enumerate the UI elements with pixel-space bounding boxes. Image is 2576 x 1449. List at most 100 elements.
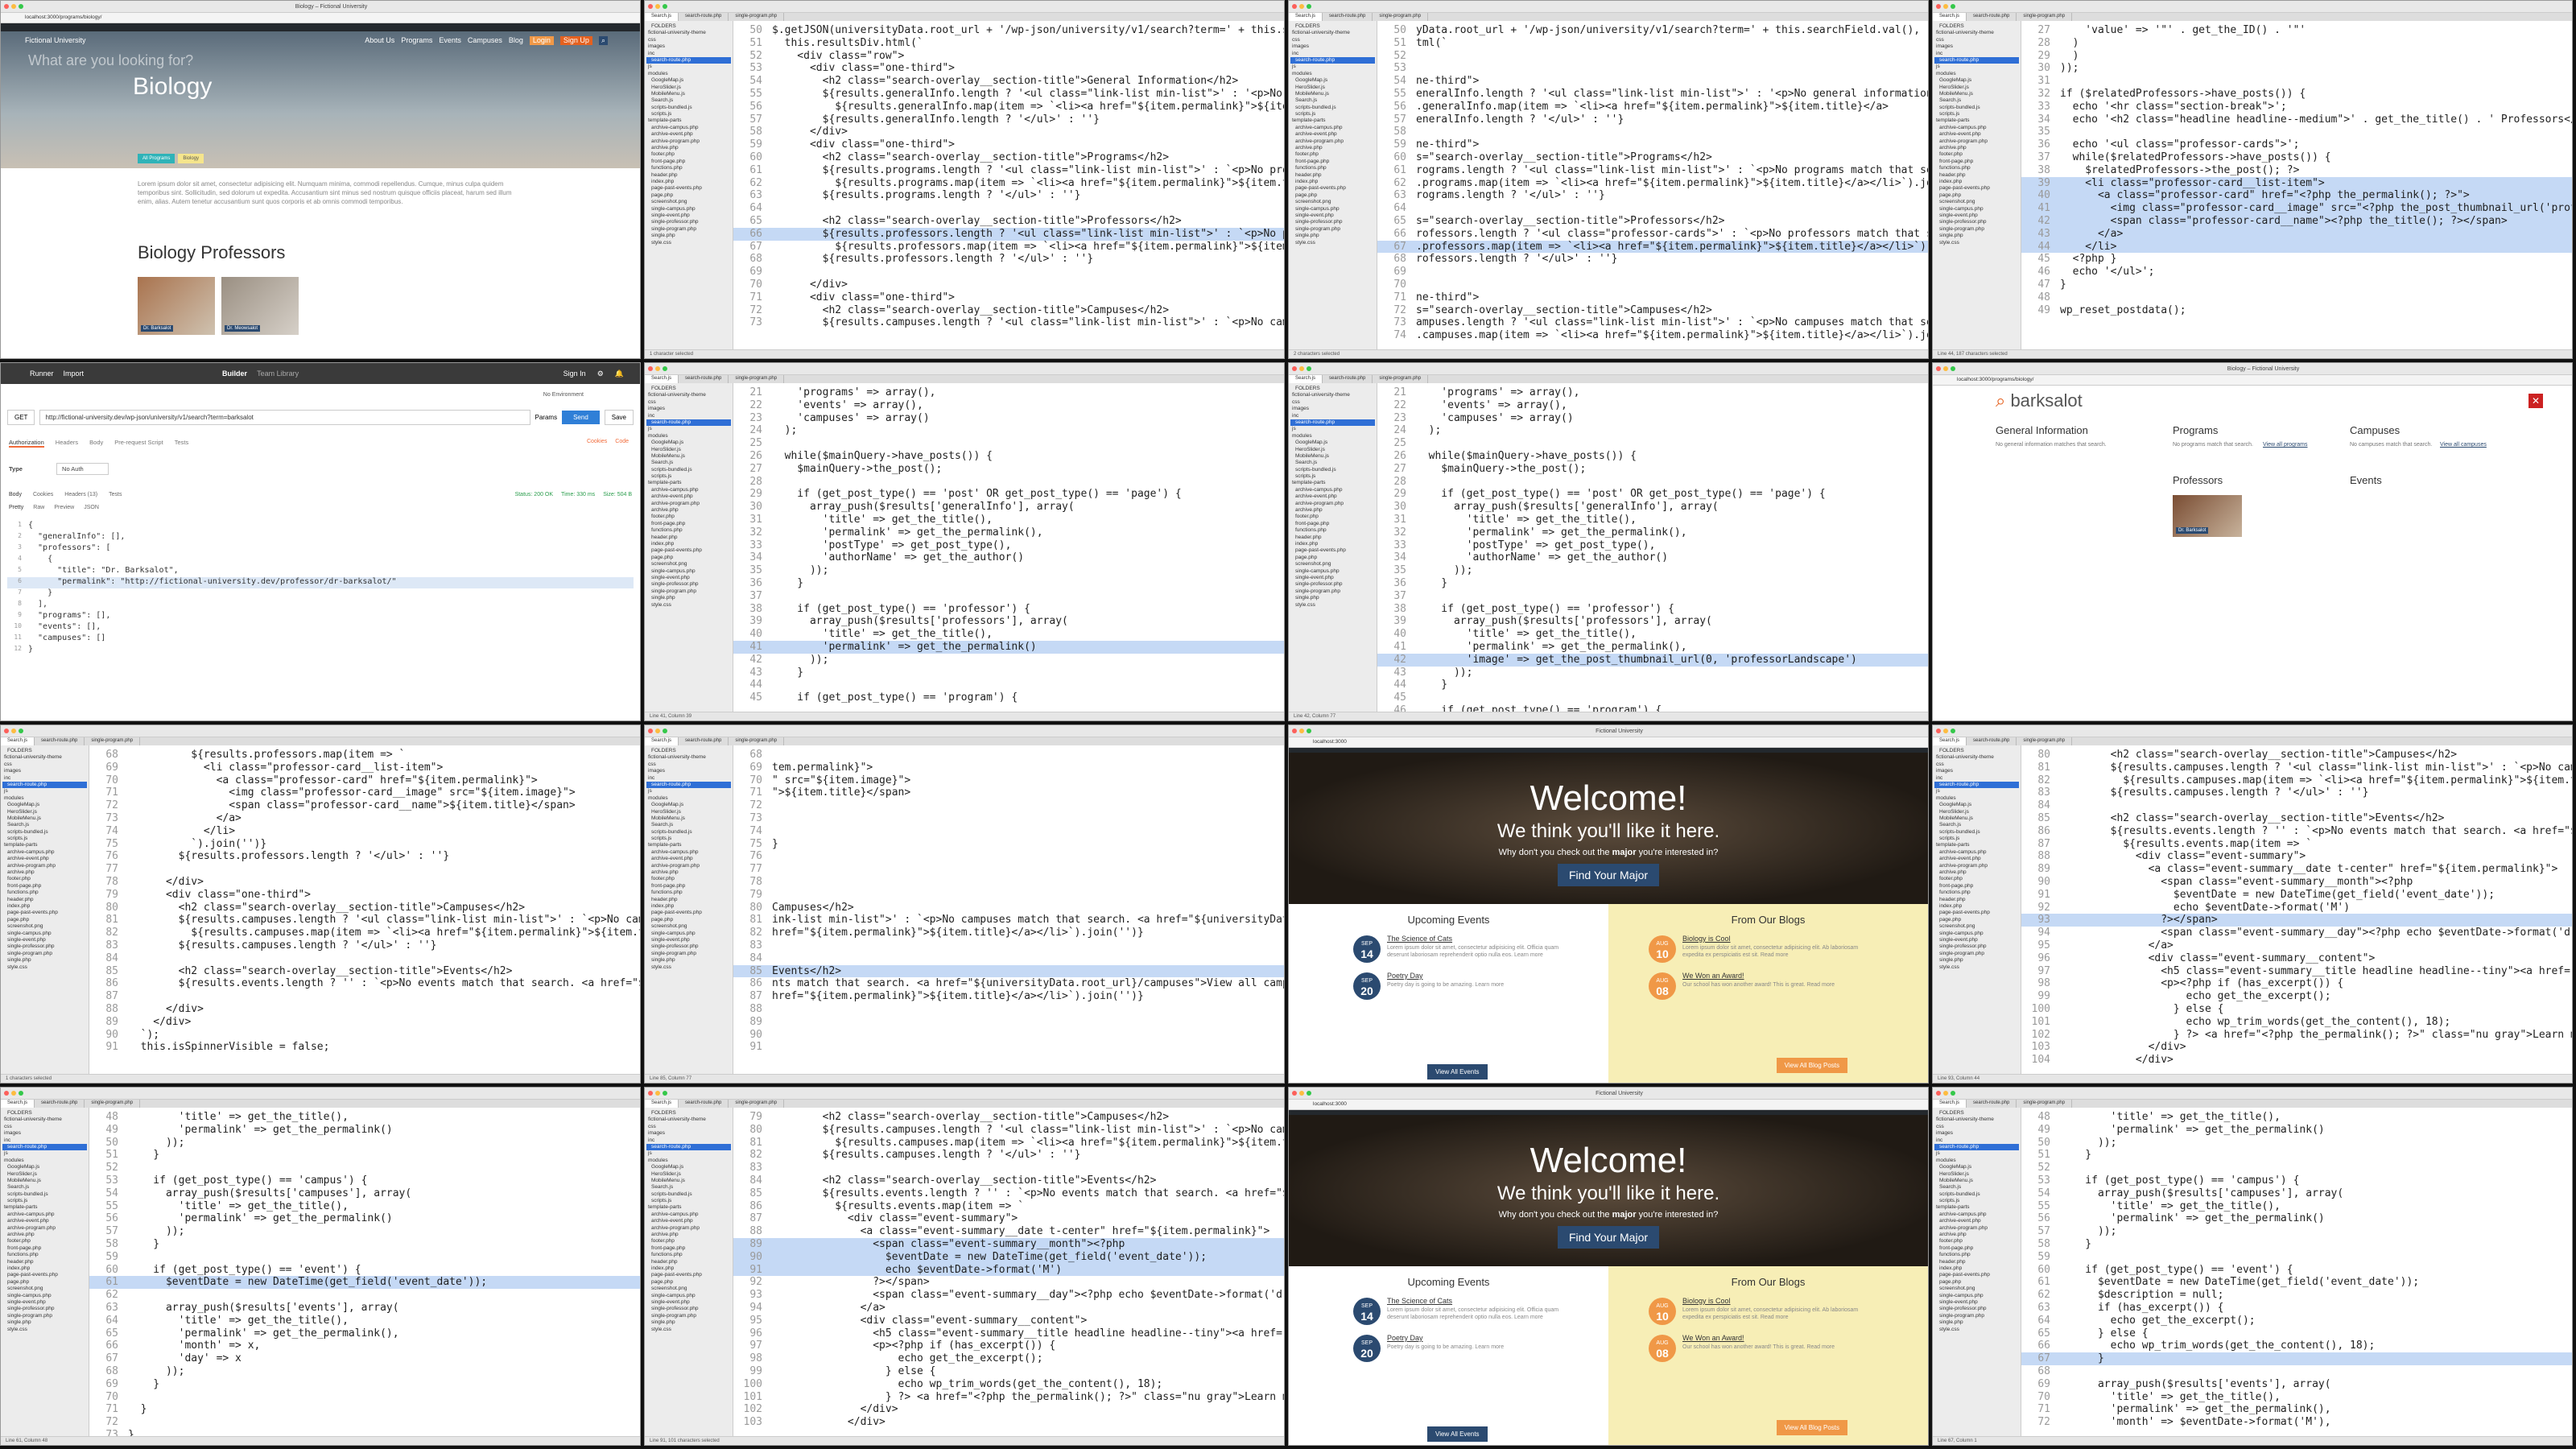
file-tree-item[interactable]: HeroSlider.js [646,85,731,91]
file-tree-item[interactable]: single-event.php [1934,213,2019,219]
minimize-window-icon[interactable] [1299,366,1304,371]
file-tree-item[interactable]: archive-program.php [2,1225,87,1232]
file-tree-item[interactable]: functions.php [1290,527,1375,534]
file-tree-item[interactable]: single-campus.php [1290,568,1375,575]
file-tree-item[interactable]: js [646,1150,731,1157]
file-tree-item[interactable]: single.php [2,957,87,964]
file-tree-item[interactable]: page-past-events.php [1934,910,2019,916]
blog-title[interactable]: We Won an Award! [1682,1335,1860,1342]
editor-tab[interactable]: search-route.php [679,375,729,383]
editor-tab[interactable]: Search.js [645,737,679,745]
file-tree-item[interactable]: FOLDERS [646,748,731,754]
file-tree-item[interactable]: scripts-bundled.js [1290,105,1375,111]
editor-tab[interactable]: Search.js [1933,13,1967,21]
file-tree-item[interactable]: fictional-university-theme [2,754,87,761]
file-tree-item[interactable]: archive-campus.php [1290,487,1375,493]
file-tree-item[interactable]: single-professor.php [646,581,731,588]
file-tree-item[interactable]: images [2,1130,87,1137]
response-tab[interactable]: Cookies [33,492,53,497]
file-tree-item[interactable]: template-parts [646,118,731,124]
file-tree-item[interactable]: index.php [646,179,731,185]
file-tree-item[interactable]: single-program.php [1934,1313,2019,1319]
request-tab[interactable]: Tests [175,439,189,448]
file-tree-item[interactable]: css [1934,1124,2019,1130]
file-tree-item[interactable]: css [646,1124,731,1130]
file-tree-item[interactable]: header.php [1934,897,2019,903]
file-tree-item[interactable]: footer.php [1290,151,1375,158]
file-tree-item[interactable]: index.php [646,541,731,547]
file-tree-item[interactable]: css [1934,762,2019,768]
maximize-window-icon[interactable] [663,4,667,9]
search-icon[interactable]: ⌕ [598,36,608,45]
file-tree-item[interactable]: js [2,788,87,795]
method-select[interactable]: GET [7,409,35,425]
file-tree-item[interactable]: single-professor.php [1290,581,1375,588]
file-tree-item[interactable]: single-event.php [2,937,87,943]
file-tree-item[interactable]: HeroSlider.js [646,809,731,815]
file-tree-item[interactable]: footer.php [1934,876,2019,882]
editor-tab[interactable]: Search.js [1933,1100,1967,1108]
file-tree-item[interactable]: archive-program.php [1934,138,2019,145]
file-tree-item[interactable]: js [1290,64,1375,70]
nav-item[interactable]: Events [439,36,461,45]
editor-tab[interactable]: single-program.php [729,737,785,745]
editor-tab[interactable]: Search.js [1933,737,1967,745]
maximize-window-icon[interactable] [19,729,23,733]
file-tree-item[interactable]: index.php [646,903,731,910]
file-tree-item[interactable]: index.php [1290,179,1375,185]
file-tree-item[interactable]: page-past-events.php [646,185,731,192]
editor-tab[interactable]: single-program.php [1373,13,1429,21]
file-tree-item[interactable]: Search.js [1934,1184,2019,1191]
file-tree-item[interactable]: css [646,762,731,768]
blog-date[interactable]: AUG 10 [1649,1298,1676,1325]
file-tree-item[interactable]: scripts-bundled.js [1934,1191,2019,1198]
editor-tab[interactable]: Search.js [1,737,35,745]
file-tree-item[interactable]: archive-campus.php [1934,125,2019,131]
file-tree-item[interactable]: Search.js [646,460,731,466]
event-title[interactable]: The Science of Cats [1387,935,1564,943]
file-tree-item[interactable]: search-route.php [1934,781,2019,789]
blog-title[interactable]: Biology is Cool [1682,935,1860,943]
file-tree-item[interactable]: archive-program.php [646,1225,731,1232]
maximize-window-icon[interactable] [663,729,667,733]
file-tree-item[interactable]: footer.php [646,514,731,520]
file-tree-item[interactable]: modules [1290,71,1375,77]
file-tree-item[interactable]: template-parts [1934,118,2019,124]
file-tree-item[interactable]: images [646,43,731,50]
file-tree-item[interactable]: scripts.js [646,1198,731,1204]
file-tree-item[interactable]: front-page.php [646,1245,731,1252]
minimize-window-icon[interactable] [655,366,660,371]
minimize-window-icon[interactable] [655,1091,660,1096]
file-tree-item[interactable]: archive-event.php [646,131,731,138]
file-tree-item[interactable]: GoogleMap.js [2,1164,87,1170]
view-mode[interactable]: Pretty [9,505,23,510]
file-tree-item[interactable]: front-page.php [2,1245,87,1252]
team-library-tab[interactable]: Team Library [257,369,299,378]
editor-tab[interactable]: Search.js [1,1100,35,1108]
editor-tab[interactable]: search-route.php [1323,375,1373,383]
file-tree-item[interactable]: modules [2,795,87,802]
file-tree-item[interactable]: archive-campus.php [646,487,731,493]
file-tree-item[interactable]: single-campus.php [646,931,731,937]
file-tree-item[interactable]: screenshot.png [646,561,731,568]
file-tree-item[interactable]: js [646,64,731,70]
file-tree-item[interactable]: FOLDERS [646,1110,731,1117]
file-tree-item[interactable]: js [1934,1150,2019,1157]
file-tree-item[interactable]: single-campus.php [2,1293,87,1299]
file-tree-item[interactable]: single-professor.php [1290,219,1375,225]
file-tree-item[interactable]: FOLDERS [2,1110,87,1117]
file-tree-item[interactable]: single-professor.php [2,1306,87,1312]
file-tree-item[interactable]: GoogleMap.js [1934,802,2019,808]
request-tab[interactable]: Headers [56,439,78,448]
file-tree-item[interactable]: archive-program.php [646,138,731,145]
file-tree-item[interactable]: fictional-university-theme [1934,30,2019,36]
file-tree-item[interactable]: template-parts [1290,480,1375,486]
file-tree-item[interactable]: single-professor.php [1934,1306,2019,1312]
file-tree-item[interactable]: front-page.php [646,883,731,890]
file-tree-item[interactable]: GoogleMap.js [1290,440,1375,446]
close-window-icon[interactable] [4,4,9,9]
file-tree-item[interactable]: archive-event.php [1934,131,2019,138]
editor-tab[interactable]: single-program.php [1373,375,1429,383]
file-tree-item[interactable]: js [2,1150,87,1157]
find-your-major-button[interactable]: Find Your Major [1557,1226,1660,1249]
